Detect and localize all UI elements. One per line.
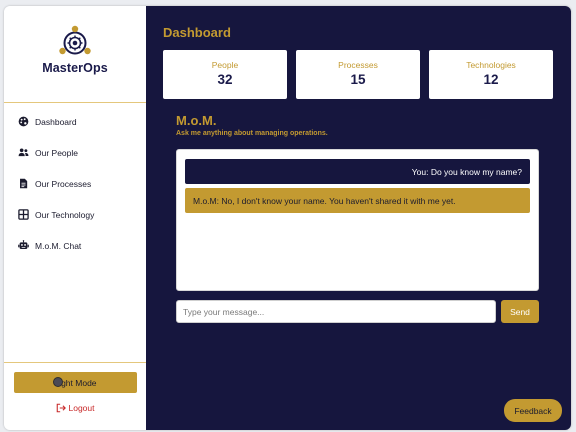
document-icon	[18, 178, 29, 189]
sidebar-item-our-people[interactable]: Our People	[4, 137, 146, 168]
stat-label: Technologies	[466, 60, 516, 70]
page-title: Dashboard	[163, 25, 231, 40]
masterops-logo-icon	[59, 25, 91, 55]
light-mode-button[interactable]: Light Mode	[14, 372, 137, 393]
sidebar: MasterOps Dashboard Our People Our Proce…	[4, 6, 146, 430]
sidebar-item-our-technology[interactable]: Our Technology	[4, 199, 146, 230]
app-window: MasterOps Dashboard Our People Our Proce…	[4, 6, 571, 430]
stat-label: Processes	[338, 60, 378, 70]
bot-message: M.o.M: No, I don't know your name. You h…	[185, 188, 530, 213]
sidebar-item-label: Dashboard	[35, 116, 77, 127]
sidebar-item-mom-chat[interactable]: M.o.M. Chat	[4, 230, 146, 261]
main-content: Dashboard People 32 Processes 15 Technol…	[146, 6, 571, 430]
brand-name: MasterOps	[42, 61, 108, 75]
stat-card-people: People 32	[163, 50, 287, 99]
sidebar-item-label: Our Processes	[35, 178, 92, 189]
user-message: You: Do you know my name?	[185, 159, 530, 184]
robot-icon	[18, 240, 29, 251]
stat-value: 12	[483, 72, 499, 87]
grid-icon	[18, 209, 29, 220]
logout-button[interactable]: Logout	[4, 403, 146, 413]
sidebar-footer: Light Mode Logout	[4, 362, 146, 430]
brand: MasterOps	[4, 6, 146, 103]
chat-subtitle: Ask me anything about managing operation…	[176, 130, 328, 137]
send-button[interactable]: Send	[501, 300, 539, 323]
sidebar-nav: Dashboard Our People Our Processes Our T…	[4, 103, 146, 261]
stat-card-processes: Processes 15	[296, 50, 420, 99]
palette-icon	[18, 116, 29, 127]
chat-message-input[interactable]	[176, 300, 496, 323]
mouse-cursor-icon	[53, 377, 63, 387]
sidebar-item-label: Our Technology	[35, 209, 95, 220]
chat-messages-panel[interactable]: You: Do you know my name? M.o.M: No, I d…	[176, 149, 539, 291]
stat-value: 32	[217, 72, 233, 87]
stat-label: People	[211, 60, 239, 70]
users-icon	[18, 147, 29, 158]
stat-value: 15	[350, 72, 366, 87]
sidebar-item-our-processes[interactable]: Our Processes	[4, 168, 146, 199]
chat-title: M.o.M.	[176, 113, 217, 128]
feedback-button[interactable]: Feedback	[504, 399, 562, 422]
logout-icon	[56, 403, 66, 413]
sidebar-item-label: Our People	[35, 147, 78, 158]
sidebar-item-dashboard[interactable]: Dashboard	[4, 106, 146, 137]
stat-card-technologies: Technologies 12	[429, 50, 553, 99]
sidebar-item-label: M.o.M. Chat	[35, 240, 82, 251]
logout-label: Logout	[68, 403, 95, 413]
